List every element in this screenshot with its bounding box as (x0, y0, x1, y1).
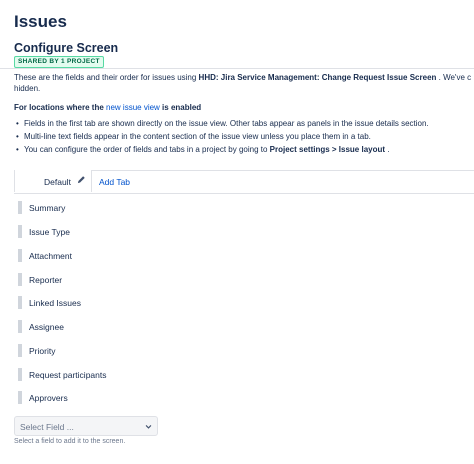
chevron-down-icon (145, 425, 152, 429)
page-title: Issues (14, 12, 67, 31)
field-label: Linked Issues (29, 298, 81, 308)
drag-handle-icon[interactable] (18, 249, 22, 262)
field-row[interactable]: Priority (18, 343, 218, 359)
select-field-placeholder: Select Field ... (20, 422, 74, 432)
select-field-dropdown[interactable]: Select Field ... (14, 416, 158, 436)
add-tab-link[interactable]: Add Tab (99, 177, 130, 187)
locations-heading: For locations where the new issue view i… (14, 103, 202, 112)
field-label: Issue Type (29, 227, 70, 237)
drag-handle-icon[interactable] (18, 368, 22, 381)
tab-default[interactable]: Default (14, 170, 92, 192)
locations-bullet-list: Fields in the first tab are shown direct… (14, 117, 429, 156)
field-label: Priority (29, 346, 56, 356)
field-label: Attachment (29, 251, 72, 261)
section-title: Configure Screen (14, 41, 119, 55)
field-row[interactable]: Summary (18, 200, 218, 216)
field-label: Assignee (29, 322, 64, 332)
field-row[interactable]: Reporter (18, 272, 218, 288)
field-row[interactable]: Request participants (18, 367, 218, 383)
field-label: Summary (29, 203, 66, 213)
field-row[interactable]: Issue Type (18, 224, 218, 240)
intro-text: These are the fields and their order for… (14, 73, 472, 82)
drag-handle-icon[interactable] (18, 225, 22, 238)
bullet-item: You can configure the order of fields an… (14, 143, 429, 156)
drag-handle-icon[interactable] (18, 273, 22, 286)
drag-handle-icon[interactable] (18, 320, 22, 333)
field-label: Request participants (29, 370, 107, 380)
bullet-item: Fields in the first tab are shown direct… (14, 117, 429, 130)
drag-handle-icon[interactable] (18, 391, 22, 404)
divider (0, 68, 474, 69)
field-label: Approvers (29, 393, 68, 403)
issue-layout-path: Project settings > Issue layout (269, 145, 386, 154)
screen-name: HHD: Jira Service Management: Change Req… (198, 73, 437, 82)
intro-text-continued: hidden. (14, 84, 41, 93)
drag-handle-icon[interactable] (18, 296, 22, 309)
pencil-icon[interactable] (77, 175, 86, 184)
drag-handle-icon[interactable] (18, 201, 22, 214)
field-row[interactable]: Approvers (18, 390, 218, 406)
field-row[interactable]: Linked Issues (18, 295, 218, 311)
tab-default-label: Default (44, 177, 71, 187)
select-field-help-text: Select a field to add it to the screen. (14, 438, 126, 445)
drag-handle-icon[interactable] (18, 344, 22, 357)
field-label: Reporter (29, 275, 63, 285)
field-row[interactable]: Assignee (18, 319, 218, 335)
shared-badge[interactable]: SHARED BY 1 PROJECT (14, 56, 104, 68)
bullet-item: Multi-line text fields appear in the con… (14, 130, 429, 143)
new-issue-view-link[interactable]: new issue view (106, 103, 160, 112)
field-row[interactable]: Attachment (18, 248, 218, 264)
